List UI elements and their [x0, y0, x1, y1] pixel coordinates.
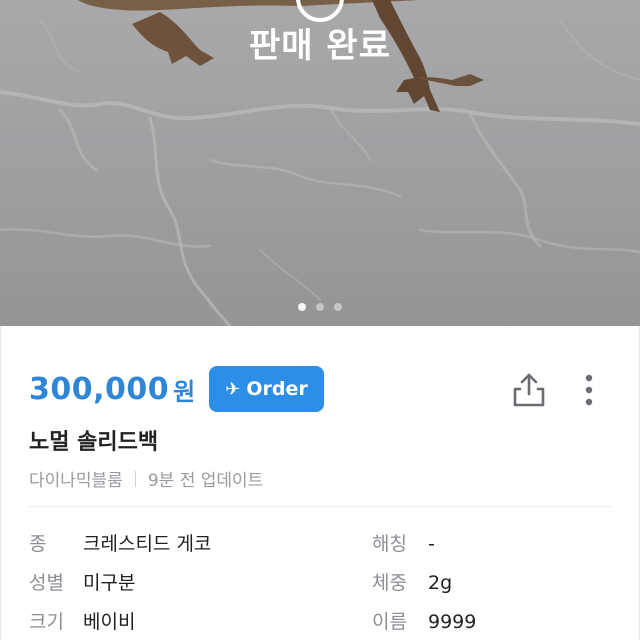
spec-weight: 체중 2g	[372, 568, 452, 595]
carousel-dot[interactable]	[316, 303, 324, 311]
product-photo[interactable]: 판매 완료	[0, 0, 640, 326]
more-vertical-icon[interactable]	[578, 372, 600, 408]
order-button[interactable]: ✈ Order	[209, 366, 324, 412]
seller-name[interactable]: 다이나믹블룸	[29, 466, 123, 491]
price-row: 300,000 원 ✈ Order	[29, 366, 324, 412]
spec-sex: 성별 미구분	[29, 568, 135, 595]
spec-value: -	[428, 533, 435, 555]
spec-value: 베이비	[83, 611, 136, 633]
spec-hatching: 해칭 -	[372, 529, 435, 556]
currency: 원	[173, 377, 196, 406]
spec-key: 해칭	[372, 533, 407, 555]
spec-value: 2g	[428, 572, 453, 594]
spec-value: 9999	[428, 611, 477, 633]
spec-species: 종 크레스티드 게코	[29, 529, 211, 556]
spec-key: 성별	[29, 572, 64, 594]
listing-meta: 다이나믹블룸 9분 전 업데이트	[29, 466, 263, 491]
share-icon[interactable]	[512, 372, 546, 408]
order-label: Order	[246, 378, 308, 400]
price: 300,000	[29, 371, 170, 407]
spec-key: 크기	[29, 611, 64, 633]
spec-value: 크레스티드 게코	[83, 533, 212, 555]
carousel-indicator	[0, 296, 640, 315]
spec-value: 미구분	[83, 572, 136, 594]
carousel-dot[interactable]	[298, 303, 306, 311]
left-border	[0, 326, 1, 640]
updated-time: 9분 전 업데이트	[147, 471, 264, 491]
listing-title: 노멀 솔리드백	[29, 430, 159, 455]
spec-key: 종	[29, 533, 47, 555]
spec-name: 이름 9999	[372, 607, 476, 634]
airplane-icon: ✈	[225, 378, 241, 400]
meta-separator	[134, 470, 136, 487]
divider	[29, 506, 611, 507]
spec-key: 체중	[372, 572, 407, 594]
spec-key: 이름	[372, 611, 407, 633]
spec-size: 크기 베이비	[29, 607, 135, 634]
sold-label: 판매 완료	[249, 26, 391, 66]
carousel-dot[interactable]	[334, 303, 342, 311]
